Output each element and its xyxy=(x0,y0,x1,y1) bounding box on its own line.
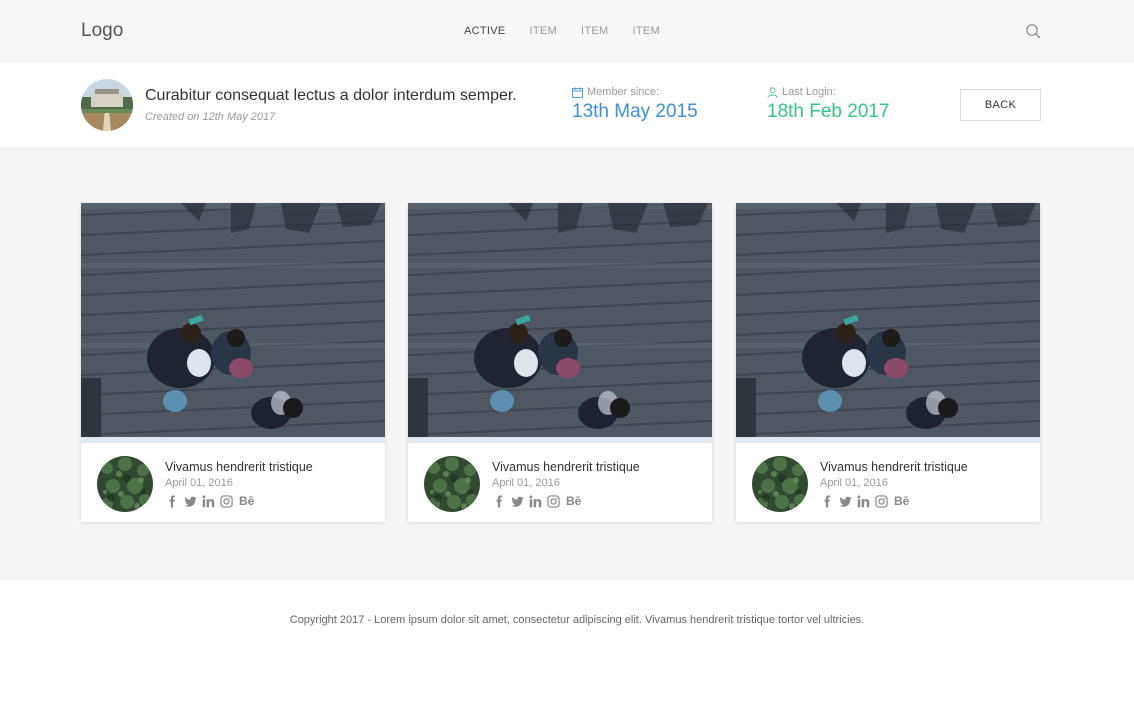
facebook-icon[interactable] xyxy=(820,494,834,508)
card[interactable]: Vivamus hendrerit tristique April 01, 20… xyxy=(736,203,1040,522)
calendar-icon xyxy=(572,86,583,98)
social-links: Bē xyxy=(165,494,254,508)
page-title: Curabitur consequat lectus a dolor inter… xyxy=(145,87,517,104)
copyright-text: Copyright 2017 - Lorem ipsum dolor sit a… xyxy=(289,614,865,626)
member-since-value: 13th May 2015 xyxy=(572,101,698,122)
twitter-icon[interactable] xyxy=(510,494,524,508)
profile-header: Curabitur consequat lectus a dolor inter… xyxy=(0,62,1134,147)
member-since-label: Member since: xyxy=(587,86,660,98)
nav-item-active[interactable]: ACTIVE xyxy=(464,25,506,37)
back-button[interactable]: BACK xyxy=(960,89,1041,121)
member-since: Member since: 13th May 2015 xyxy=(572,86,698,123)
twitter-icon[interactable] xyxy=(838,494,852,508)
instagram-icon[interactable] xyxy=(546,494,560,508)
avatar xyxy=(81,79,133,131)
last-login: Last Login: 18th Feb 2017 xyxy=(767,86,890,123)
card-title: Vivamus hendrerit tristique xyxy=(492,460,640,474)
linkedin-icon[interactable] xyxy=(856,494,870,508)
card-avatar xyxy=(752,456,808,512)
facebook-icon[interactable] xyxy=(492,494,506,508)
card-avatar xyxy=(424,456,480,512)
card-image xyxy=(81,203,385,443)
logo[interactable]: Logo xyxy=(81,20,123,42)
content-area: Vivamus hendrerit tristique April 01, 20… xyxy=(0,147,1134,580)
card-avatar xyxy=(97,456,153,512)
card[interactable]: Vivamus hendrerit tristique April 01, 20… xyxy=(81,203,385,522)
behance-icon[interactable]: Bē xyxy=(566,494,581,508)
card-title: Vivamus hendrerit tristique xyxy=(165,460,313,474)
card-date: April 01, 2016 xyxy=(165,477,233,489)
instagram-icon[interactable] xyxy=(219,494,233,508)
nav-item-1[interactable]: ITEM xyxy=(530,25,557,37)
user-icon xyxy=(767,86,778,98)
card-image xyxy=(736,203,1040,443)
main-nav: ACTIVE ITEM ITEM ITEM xyxy=(464,25,684,37)
card-image xyxy=(408,203,712,443)
nav-item-2[interactable]: ITEM xyxy=(581,25,608,37)
search-icon[interactable] xyxy=(1025,23,1041,39)
footer: Copyright 2017 - Lorem ipsum dolor sit a… xyxy=(0,580,1134,708)
top-navbar: Logo ACTIVE ITEM ITEM ITEM xyxy=(0,0,1134,62)
card-date: April 01, 2016 xyxy=(492,477,560,489)
behance-icon[interactable]: Bē xyxy=(239,494,254,508)
facebook-icon[interactable] xyxy=(165,494,179,508)
linkedin-icon[interactable] xyxy=(528,494,542,508)
linkedin-icon[interactable] xyxy=(201,494,215,508)
social-links: Bē xyxy=(492,494,581,508)
social-links: Bē xyxy=(820,494,909,508)
nav-item-3[interactable]: ITEM xyxy=(633,25,660,37)
twitter-icon[interactable] xyxy=(183,494,197,508)
card-title: Vivamus hendrerit tristique xyxy=(820,460,968,474)
created-date: Created on 12th May 2017 xyxy=(145,111,276,123)
last-login-value: 18th Feb 2017 xyxy=(767,101,890,122)
card-date: April 01, 2016 xyxy=(820,477,888,489)
instagram-icon[interactable] xyxy=(874,494,888,508)
last-login-label: Last Login: xyxy=(782,86,836,98)
card[interactable]: Vivamus hendrerit tristique April 01, 20… xyxy=(408,203,712,522)
behance-icon[interactable]: Bē xyxy=(894,494,909,508)
